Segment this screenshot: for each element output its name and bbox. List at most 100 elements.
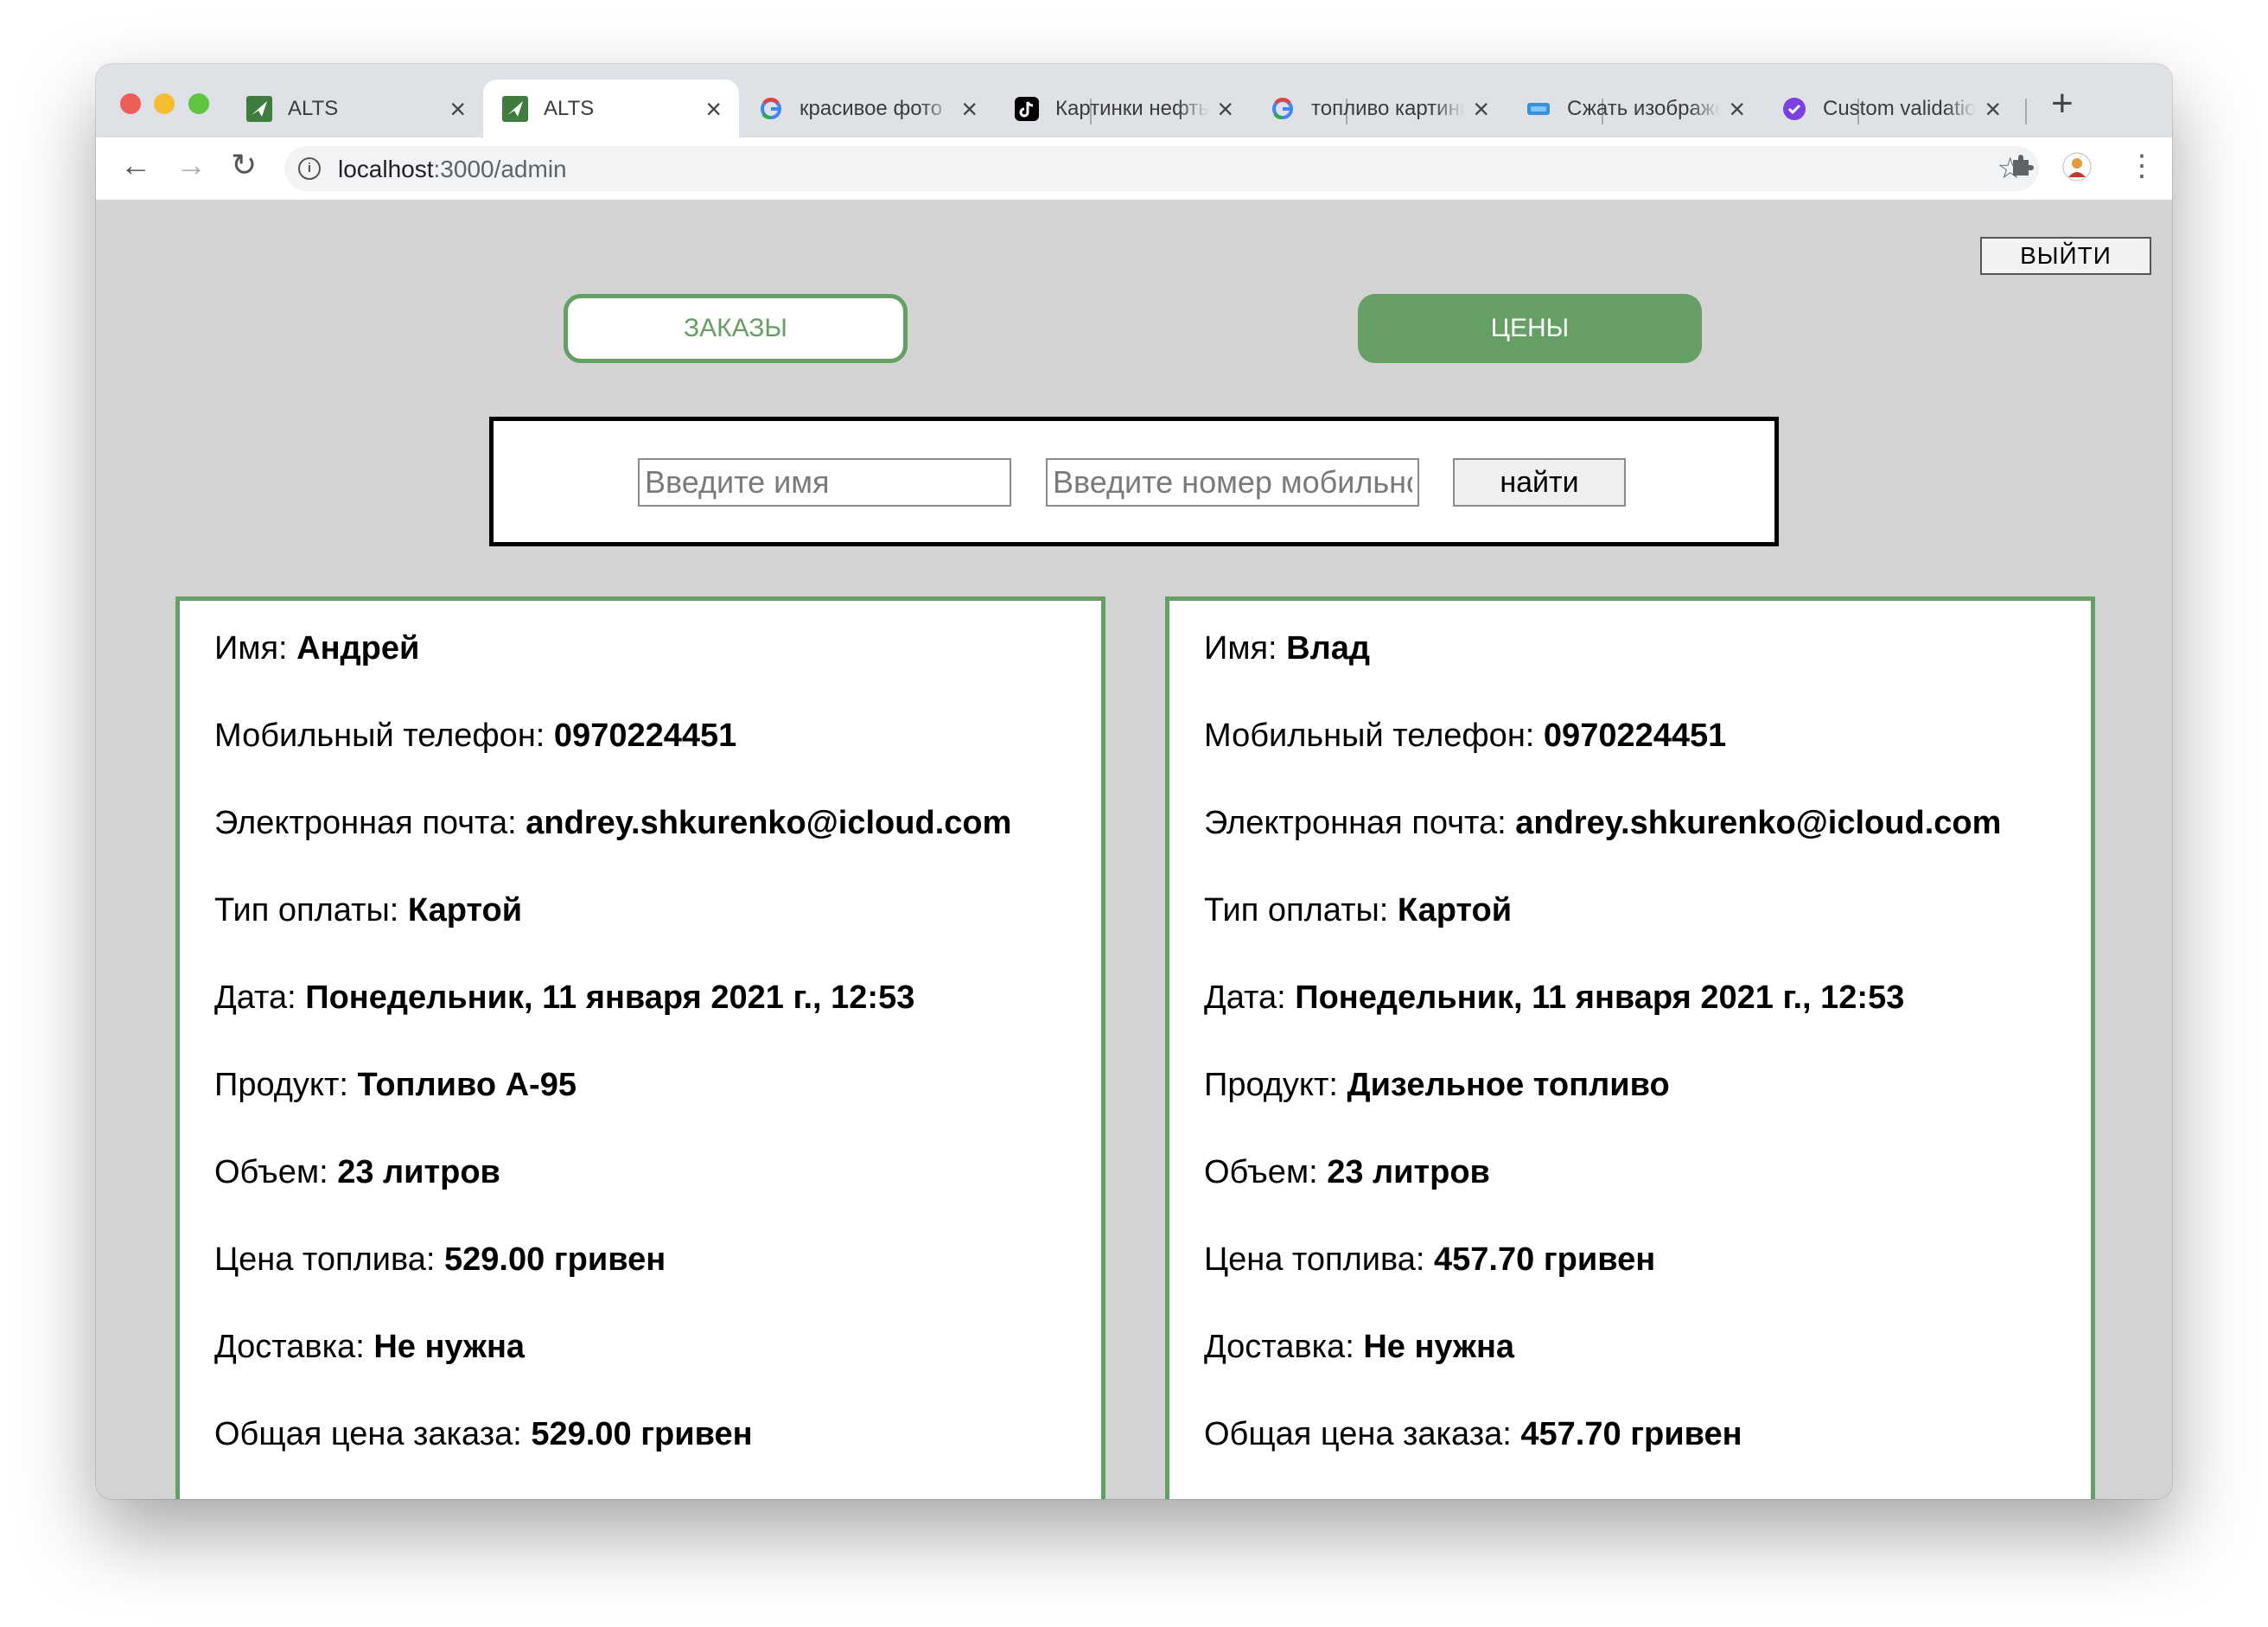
close-window-button[interactable]	[120, 93, 141, 114]
new-tab-icon[interactable]: +	[2051, 85, 2074, 123]
url-path: :3000/admin	[433, 156, 567, 182]
name-search-input[interactable]	[638, 458, 1011, 507]
row-value: Топливо А-95	[357, 1067, 577, 1103]
site-info-icon[interactable]: i	[298, 157, 321, 180]
row-label: Имя:	[1204, 630, 1287, 667]
row-label: Объем:	[1204, 1154, 1328, 1190]
row-value: Не нужна	[373, 1329, 526, 1365]
browser-tab[interactable]: Custom validation ×	[1762, 80, 2018, 137]
admin-page: ВЫЙТИ ЗАКАЗЫ ЦЕНЫ найти Имя: Андрей Моби…	[96, 201, 2172, 1499]
row-value: 457.70 гривен	[1434, 1241, 1656, 1278]
browser-tab[interactable]: ALTS ×	[227, 80, 483, 137]
tiktok-icon	[1014, 96, 1040, 122]
row-value: andrey.shkurenko@icloud.com	[526, 805, 1012, 841]
order-row-total: Общая цена заказа: 529.00 гривен	[214, 1414, 1101, 1499]
alts-logo-icon	[502, 95, 528, 122]
order-row-email: Электронная почта: andrey.shkurenko@iclo…	[1204, 803, 2091, 890]
close-tab-icon[interactable]: ×	[1217, 95, 1233, 123]
close-tab-icon[interactable]: ×	[705, 95, 722, 123]
order-row-total: Общая цена заказа: 457.70 гривен	[1204, 1414, 2091, 1499]
row-label: Продукт:	[214, 1067, 358, 1103]
row-label: Мобильный телефон:	[214, 718, 554, 754]
tab-title: Custom validation	[1823, 96, 1977, 120]
close-tab-icon[interactable]: ×	[1729, 95, 1745, 123]
order-row-volume: Объем: 23 литров	[214, 1152, 1101, 1240]
row-label: Доставка:	[1204, 1329, 1364, 1365]
close-tab-icon[interactable]: ×	[1473, 95, 1489, 123]
browser-tab-active[interactable]: ALTS ×	[483, 80, 739, 137]
order-card: Имя: Влад Мобильный телефон: 0970224451 …	[1165, 597, 2095, 1499]
url-host: localhost	[338, 156, 434, 182]
row-label: Имя:	[214, 630, 297, 667]
address-bar[interactable]: i localhost:3000/admin ☆	[284, 146, 2039, 191]
row-value: Картой	[1397, 892, 1513, 928]
order-row-date: Дата: Понедельник, 11 января 2021 г., 12…	[214, 978, 1101, 1065]
browser-tab[interactable]: Сжать изображение ×	[1507, 80, 1762, 137]
row-label: Тип оплаты:	[214, 892, 408, 928]
order-row-date: Дата: Понедельник, 11 января 2021 г., 12…	[1204, 978, 2091, 1065]
reload-icon[interactable]: ↻	[231, 150, 257, 181]
row-value: 23 литров	[337, 1154, 500, 1190]
google-icon	[758, 96, 784, 122]
order-row-payment: Тип оплаты: Картой	[1204, 890, 2091, 978]
minimize-window-button[interactable]	[154, 93, 175, 114]
browser-tab[interactable]: Картинки нефть ×	[995, 80, 1251, 137]
close-tab-icon[interactable]: ×	[449, 95, 466, 123]
row-value: Понедельник, 11 января 2021 г., 12:53	[305, 979, 915, 1016]
back-arrow-icon[interactable]: ←	[120, 150, 151, 181]
row-label: Объем:	[214, 1154, 338, 1190]
row-label: Цена топлива:	[214, 1241, 445, 1278]
row-label: Продукт:	[1204, 1067, 1347, 1103]
browser-tab[interactable]: красивое фото ×	[739, 80, 995, 137]
browser-tab[interactable]: топливо картинки ×	[1251, 80, 1507, 137]
tab-title: топливо картинки	[1311, 96, 1465, 120]
row-value: Картой	[407, 892, 523, 928]
row-value: Андрей	[296, 630, 420, 667]
extensions-puzzle-icon[interactable]	[2008, 151, 2035, 183]
forward-arrow-icon[interactable]: →	[175, 150, 207, 181]
prices-tab-button[interactable]: ЦЕНЫ	[1358, 294, 1702, 363]
order-row-volume: Объем: 23 литров	[1204, 1152, 2091, 1240]
close-tab-icon[interactable]: ×	[961, 95, 978, 123]
profile-avatar[interactable]	[2061, 151, 2093, 187]
row-label: Общая цена заказа:	[1204, 1416, 1521, 1452]
order-row-product: Продукт: Дизельное топливо	[1204, 1065, 2091, 1152]
row-value: Не нужна	[1363, 1329, 1515, 1365]
order-card: Имя: Андрей Мобильный телефон: 097022445…	[175, 597, 1105, 1499]
row-label: Электронная почта:	[214, 805, 526, 841]
browser-toolbar: ← → ↻ i localhost:3000/admin ☆ ⋮	[96, 137, 2172, 201]
order-row-phone: Мобильный телефон: 0970224451	[214, 716, 1101, 803]
maximize-window-button[interactable]	[188, 93, 209, 114]
order-row-email: Электронная почта: andrey.shkurenko@iclo…	[214, 803, 1101, 890]
find-button[interactable]: найти	[1453, 458, 1626, 507]
more-menu-icon[interactable]: ⋮	[2127, 151, 2157, 181]
order-row-fuel-price: Цена топлива: 457.70 гривен	[1204, 1240, 2091, 1327]
url-text[interactable]: localhost:3000/admin	[338, 156, 567, 183]
row-value: 0970224451	[553, 718, 737, 754]
search-panel: найти	[489, 417, 1779, 546]
order-row-name: Имя: Влад	[1204, 628, 2091, 716]
tab-title: ALTS	[544, 96, 595, 120]
row-label: Электронная почта:	[1204, 805, 1516, 841]
tab-separator	[2025, 99, 2027, 124]
tab-title: Сжать изображение	[1567, 96, 1720, 120]
order-row-phone: Мобильный телефон: 0970224451	[1204, 716, 2091, 803]
row-value: 0970224451	[1543, 718, 1727, 754]
tab-title: Картинки нефть	[1055, 96, 1209, 120]
row-label: Дата:	[214, 979, 306, 1016]
browser-window: ALTS × ALTS × красивое фото × Картинки н…	[96, 64, 2172, 1499]
row-value: 457.70 гривен	[1520, 1416, 1742, 1452]
row-value: 23 литров	[1327, 1154, 1490, 1190]
orders-tab-button[interactable]: ЗАКАЗЫ	[564, 294, 908, 363]
phone-search-input[interactable]	[1046, 458, 1419, 507]
row-value: 529.00 гривен	[531, 1416, 753, 1452]
row-value: Дизельное топливо	[1347, 1067, 1670, 1103]
order-row-delivery: Доставка: Не нужна	[214, 1327, 1101, 1414]
logout-button[interactable]: ВЫЙТИ	[1980, 237, 2151, 275]
row-value: Влад	[1286, 630, 1370, 667]
google-icon	[1270, 96, 1296, 122]
compress-icon	[1526, 96, 1551, 122]
alts-logo-icon	[246, 95, 272, 122]
tab-strip: ALTS × ALTS × красивое фото × Картинки н…	[96, 64, 2172, 137]
close-tab-icon[interactable]: ×	[1984, 95, 2001, 123]
